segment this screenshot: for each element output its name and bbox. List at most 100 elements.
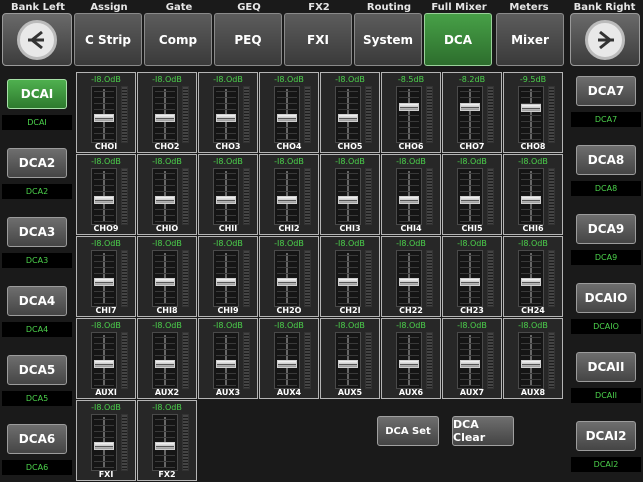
fader-track[interactable] (335, 250, 361, 307)
fader-track[interactable] (518, 86, 544, 143)
bank-left-button[interactable] (2, 13, 72, 66)
fader-track[interactable] (274, 86, 300, 143)
fader-track[interactable] (335, 168, 361, 225)
fader-cap[interactable] (399, 196, 419, 204)
channel-strip[interactable]: -I8.OdB CHIO (137, 154, 197, 235)
fader-track[interactable] (335, 332, 361, 389)
fader-track[interactable] (518, 332, 544, 389)
channel-strip[interactable]: -I8.OdB AUXI (76, 318, 136, 399)
fader-cap[interactable] (460, 103, 480, 111)
fader-track[interactable] (518, 250, 544, 307)
dca-button-right-8[interactable]: DCA8 (576, 145, 636, 175)
fader-cap[interactable] (94, 196, 114, 204)
fader-track[interactable] (274, 168, 300, 225)
channel-strip[interactable]: -I8.OdB CH22 (381, 236, 441, 317)
dca-button-right-11[interactable]: DCAII (576, 352, 636, 382)
tab-dca[interactable]: DCA (424, 13, 492, 66)
channel-strip[interactable]: -I8.OdB CHI8 (137, 236, 197, 317)
fader-track[interactable] (213, 168, 239, 225)
channel-strip[interactable]: -I8.OdB CH2O (259, 236, 319, 317)
dca-button-right-12[interactable]: DCAI2 (576, 421, 636, 451)
fader-track[interactable] (91, 250, 117, 307)
fader-cap[interactable] (338, 114, 358, 122)
dca-button-left-4[interactable]: DCA4 (7, 286, 67, 316)
dca-button-right-7[interactable]: DCA7 (576, 76, 636, 106)
fader-track[interactable] (213, 332, 239, 389)
fader-track[interactable] (396, 250, 422, 307)
fader-track[interactable] (457, 168, 483, 225)
channel-strip[interactable]: -9.5dB CHO8 (503, 72, 563, 153)
fader-cap[interactable] (94, 114, 114, 122)
fader-cap[interactable] (521, 360, 541, 368)
fader-track[interactable] (213, 250, 239, 307)
fader-track[interactable] (274, 250, 300, 307)
fader-track[interactable] (457, 86, 483, 143)
channel-strip[interactable]: -I8.OdB CHO5 (320, 72, 380, 153)
fader-track[interactable] (152, 250, 178, 307)
bank-right-button[interactable] (570, 13, 640, 66)
fader-cap[interactable] (94, 278, 114, 286)
channel-strip[interactable]: -I8.OdB AUX4 (259, 318, 319, 399)
tab-c-strip[interactable]: C Strip (74, 13, 142, 66)
channel-strip[interactable]: -I8.OdB CHO9 (76, 154, 136, 235)
channel-strip[interactable]: -I8.OdB CHI9 (198, 236, 258, 317)
channel-strip[interactable]: -I8.OdB CHI7 (76, 236, 136, 317)
fader-track[interactable] (152, 86, 178, 143)
fader-cap[interactable] (399, 278, 419, 286)
fader-cap[interactable] (155, 360, 175, 368)
tab-comp[interactable]: Comp (144, 13, 212, 66)
dca-button-left-2[interactable]: DCA2 (7, 148, 67, 178)
fader-cap[interactable] (338, 360, 358, 368)
channel-strip[interactable]: -I8.OdB FX2 (137, 400, 197, 481)
channel-strip[interactable]: -I8.OdB CHI6 (503, 154, 563, 235)
channel-strip[interactable]: -I8.OdB CHO2 (137, 72, 197, 153)
channel-strip[interactable]: -I8.OdB CHO3 (198, 72, 258, 153)
dca-button-right-9[interactable]: DCA9 (576, 214, 636, 244)
channel-strip[interactable]: -I8.OdB CHI5 (442, 154, 502, 235)
fader-track[interactable] (152, 414, 178, 471)
fader-track[interactable] (91, 86, 117, 143)
fader-cap[interactable] (338, 278, 358, 286)
channel-strip[interactable]: -I8.OdB CHI3 (320, 154, 380, 235)
fader-cap[interactable] (155, 278, 175, 286)
fader-cap[interactable] (216, 360, 236, 368)
tab-fxi[interactable]: FXI (284, 13, 352, 66)
dca-set-button[interactable]: DCA Set (377, 416, 439, 446)
fader-track[interactable] (152, 168, 178, 225)
fader-cap[interactable] (216, 196, 236, 204)
channel-strip[interactable]: -I8.OdB AUX8 (503, 318, 563, 399)
fader-track[interactable] (152, 332, 178, 389)
fader-cap[interactable] (399, 360, 419, 368)
fader-cap[interactable] (399, 103, 419, 111)
fader-cap[interactable] (277, 278, 297, 286)
fader-track[interactable] (396, 168, 422, 225)
channel-strip[interactable]: -I8.OdB AUX2 (137, 318, 197, 399)
fader-cap[interactable] (460, 278, 480, 286)
channel-strip[interactable]: -I8.OdB CHI2 (259, 154, 319, 235)
fader-track[interactable] (518, 168, 544, 225)
fader-track[interactable] (396, 86, 422, 143)
channel-strip[interactable]: -I8.OdB CHO4 (259, 72, 319, 153)
dca-button-left-6[interactable]: DCA6 (7, 424, 67, 454)
fader-cap[interactable] (338, 196, 358, 204)
channel-strip[interactable]: -I8.OdB AUX7 (442, 318, 502, 399)
fader-cap[interactable] (521, 278, 541, 286)
fader-cap[interactable] (277, 360, 297, 368)
channel-strip[interactable]: -I8.OdB AUX5 (320, 318, 380, 399)
channel-strip[interactable]: -I8.OdB CH2I (320, 236, 380, 317)
channel-strip[interactable]: -I8.OdB AUX6 (381, 318, 441, 399)
dca-button-left-1[interactable]: DCAI (7, 79, 67, 109)
fader-track[interactable] (91, 168, 117, 225)
fader-cap[interactable] (460, 360, 480, 368)
fader-cap[interactable] (155, 442, 175, 450)
fader-cap[interactable] (277, 196, 297, 204)
channel-strip[interactable]: -I8.OdB CHI4 (381, 154, 441, 235)
fader-track[interactable] (91, 332, 117, 389)
fader-cap[interactable] (216, 114, 236, 122)
fader-track[interactable] (457, 250, 483, 307)
channel-strip[interactable]: -I8.OdB CHOI (76, 72, 136, 153)
dca-button-left-3[interactable]: DCA3 (7, 217, 67, 247)
channel-strip[interactable]: -I8.OdB CH24 (503, 236, 563, 317)
fader-track[interactable] (213, 86, 239, 143)
tab-mixer[interactable]: Mixer (496, 13, 564, 66)
